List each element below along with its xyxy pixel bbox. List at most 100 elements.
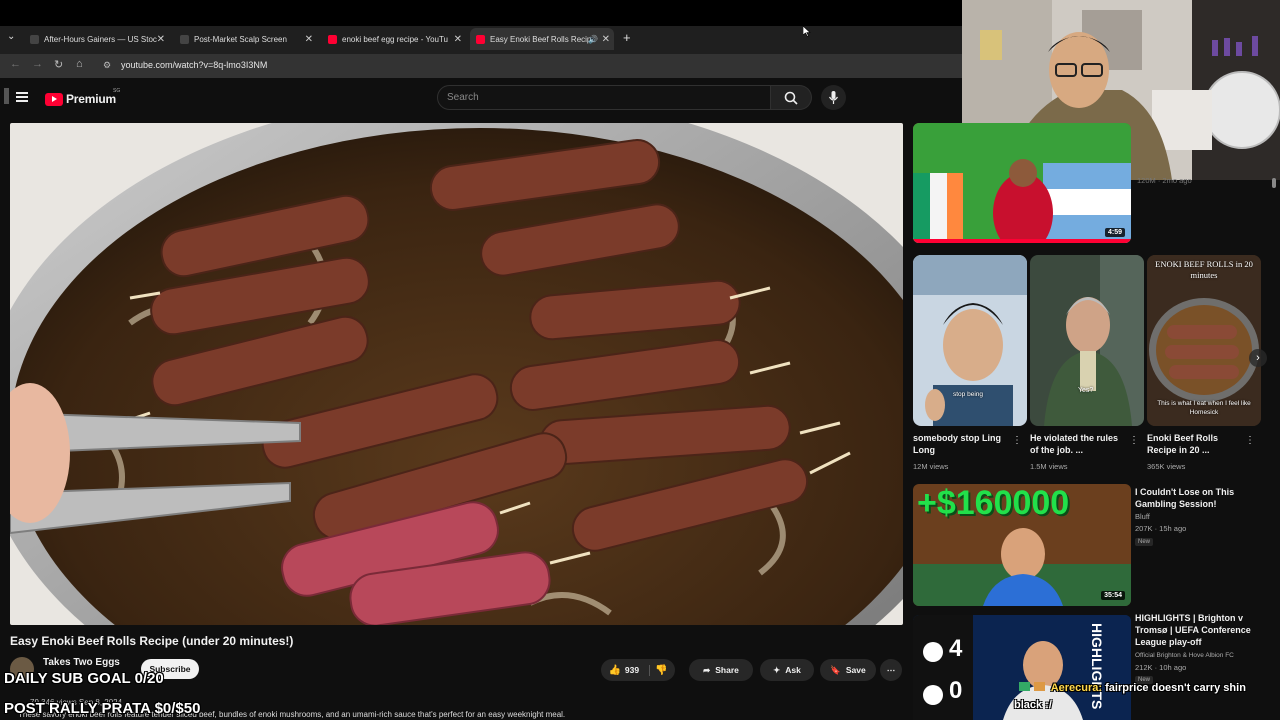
more-icon: ⋯ — [886, 664, 896, 675]
sub-goal-overlay: DAILY SUB GOAL 0/20 — [4, 670, 164, 687]
youtube-logo[interactable]: Premium SG — [45, 88, 120, 106]
thumbnail-text: +$160000 — [917, 484, 1070, 522]
tab-favicon-icon — [30, 34, 39, 44]
tab-scalp-screen[interactable]: Post-Market Scalp Screen ✕ — [180, 28, 313, 50]
top-video-meta: 120M · 2mo ago — [1137, 176, 1192, 185]
search-button[interactable] — [771, 85, 812, 110]
video-meta-gambling: 207K · 15h ago — [1135, 524, 1187, 533]
youtube-favicon-icon — [328, 34, 337, 44]
back-icon[interactable]: ← — [10, 58, 21, 70]
search-icon — [784, 91, 798, 105]
short-thumbnail-1[interactable]: stop being — [913, 255, 1027, 426]
short-more-icon[interactable]: ⋮ — [1012, 435, 1022, 446]
score-home: 4 — [949, 635, 963, 662]
chat-text: fairprice doesn't carry shin — [1105, 682, 1246, 694]
tab-label: Easy Enoki Beef Rolls Recip — [490, 34, 592, 44]
short-views-2: 1.5M views — [1030, 462, 1068, 471]
thumbnail-image — [913, 123, 1131, 243]
youtube-favicon-icon — [476, 34, 485, 44]
short-caption: Yes? — [1078, 387, 1094, 394]
video-thumbnail-gambling[interactable]: +$160000 35:54 — [913, 484, 1131, 606]
short-title-3[interactable]: Enoki Beef Rolls Recipe in 20 ... — [1147, 432, 1243, 456]
short-thumbnail-3[interactable]: ENOKI BEEF ROLLS in 20 minutes This is w… — [1147, 255, 1261, 426]
microphone-icon — [829, 91, 838, 104]
scrollbar-thumb[interactable] — [1272, 178, 1276, 188]
video-meta-brighton: 212K · 10h ago — [1135, 663, 1187, 672]
tab-label: enoki beef egg recipe - YouTu — [342, 34, 449, 44]
share-icon: ➦ — [703, 664, 711, 675]
chat-text-continued: black :/ — [1014, 699, 1052, 711]
short-thumbnail-2[interactable]: Yes? — [1030, 255, 1144, 426]
browser-titlebar — [0, 0, 962, 26]
mouse-cursor-icon — [803, 26, 811, 37]
logo-text: Premium — [66, 92, 116, 106]
url-field[interactable]: youtube.com/watch?v=8q-lmo3I3NM — [121, 60, 267, 70]
chat-message: Aerecura: fairprice doesn't carry shin — [1019, 682, 1246, 694]
video-channel-gambling[interactable]: Bluff — [1135, 511, 1150, 522]
video-channel-brighton[interactable]: Official Brighton & Hove Albion FC — [1135, 650, 1234, 661]
chevron-right-icon[interactable]: › — [1249, 349, 1267, 367]
tab-close-icon[interactable]: ✕ — [305, 34, 313, 45]
screen: ⌄ After-Hours Gainers — US Stoc ✕ Post-M… — [0, 0, 1280, 720]
thumbnail-image — [1030, 255, 1144, 426]
tab-close-icon[interactable]: ✕ — [454, 34, 462, 45]
thumbs-down-icon[interactable]: 👎 — [655, 665, 667, 676]
short-title-1[interactable]: somebody stop Ling Long — [913, 432, 1009, 456]
stream-edge — [4, 88, 9, 104]
short-views-1: 12M views — [913, 462, 949, 471]
home-icon[interactable]: ⌂ — [76, 58, 83, 70]
chat-badge-icon — [1019, 682, 1030, 691]
duration-badge: 4:59 — [1104, 228, 1125, 237]
tab-label: Post-Market Scalp Screen — [194, 34, 287, 44]
prata-goal-overlay: POST RALLY PRATA $0/$50 — [4, 700, 201, 717]
short-more-icon[interactable]: ⋮ — [1129, 435, 1139, 446]
short-views-3: 365K views — [1147, 462, 1186, 471]
tab-close-icon[interactable]: ✕ — [157, 34, 165, 45]
like-button[interactable]: 👍 939 — [608, 664, 651, 676]
audio-icon[interactable]: 🔊 — [588, 35, 598, 44]
short-title-2[interactable]: He violated the rules of the job. ... — [1030, 432, 1126, 456]
search-input[interactable] — [437, 85, 771, 110]
duration-badge: 35:54 — [1101, 591, 1125, 600]
site-info-icon[interactable]: ⚙ — [103, 60, 111, 71]
youtube-play-icon — [45, 92, 63, 106]
voice-search-button[interactable] — [821, 85, 846, 110]
sidebar-top-thumbnail[interactable]: 4:59 — [913, 123, 1131, 243]
thumbnail-text: HIGHLIGHTS — [1089, 623, 1105, 710]
channel-name[interactable]: Takes Two Eggs — [43, 657, 120, 668]
search-placeholder: Search — [447, 92, 479, 103]
chat-badge-icon — [1034, 682, 1046, 691]
bookmark-icon: 🔖 — [830, 664, 841, 675]
short-caption: stop being — [953, 391, 983, 398]
tab-close-icon[interactable]: ✕ — [602, 34, 610, 45]
video-frame — [10, 123, 903, 625]
like-count: 939 — [624, 665, 640, 675]
tab-favicon-icon — [180, 34, 189, 44]
menu-icon[interactable] — [16, 92, 28, 102]
share-button[interactable]: ➦ Share — [689, 659, 753, 681]
short-caption: This is what I eat when I feel like Home… — [1157, 400, 1251, 416]
video-title-brighton[interactable]: HIGHLIGHTS | Brighton v Tromsø | UEFA Co… — [1135, 612, 1275, 648]
chat-username: Aerecura: — [1050, 682, 1103, 694]
tab-enoki-video[interactable]: Easy Enoki Beef Rolls Recip 🔊 ✕ — [470, 28, 614, 50]
forward-icon[interactable]: → — [32, 58, 43, 70]
short-more-icon[interactable]: ⋮ — [1245, 435, 1255, 446]
new-tab-button[interactable]: + — [623, 30, 631, 45]
save-button[interactable]: 🔖 Save — [820, 659, 876, 681]
sparkle-icon: ✦ — [773, 664, 781, 675]
tab-list-icon[interactable]: ⌄ — [7, 31, 15, 42]
ask-button[interactable]: ✦ Ask — [760, 659, 814, 681]
share-label: Share — [715, 665, 739, 675]
video-player[interactable] — [10, 123, 903, 625]
tab-after-hours[interactable]: After-Hours Gainers — US Stoc ✕ — [30, 28, 165, 50]
more-actions-button[interactable]: ⋯ — [880, 659, 902, 681]
reload-icon[interactable]: ↻ — [54, 58, 63, 71]
country-code: SG — [113, 88, 121, 94]
thumbnail-image — [913, 255, 1027, 426]
score-away: 0 — [949, 677, 963, 704]
new-badge: New — [1135, 538, 1154, 546]
video-title-gambling[interactable]: I Couldn't Lose on This Gambling Session… — [1135, 486, 1275, 510]
tab-label: After-Hours Gainers — US Stoc — [44, 34, 157, 44]
tab-enoki-search[interactable]: enoki beef egg recipe - YouTu ✕ — [328, 28, 462, 50]
like-dislike-group: 👍 939 👎 — [601, 659, 675, 681]
